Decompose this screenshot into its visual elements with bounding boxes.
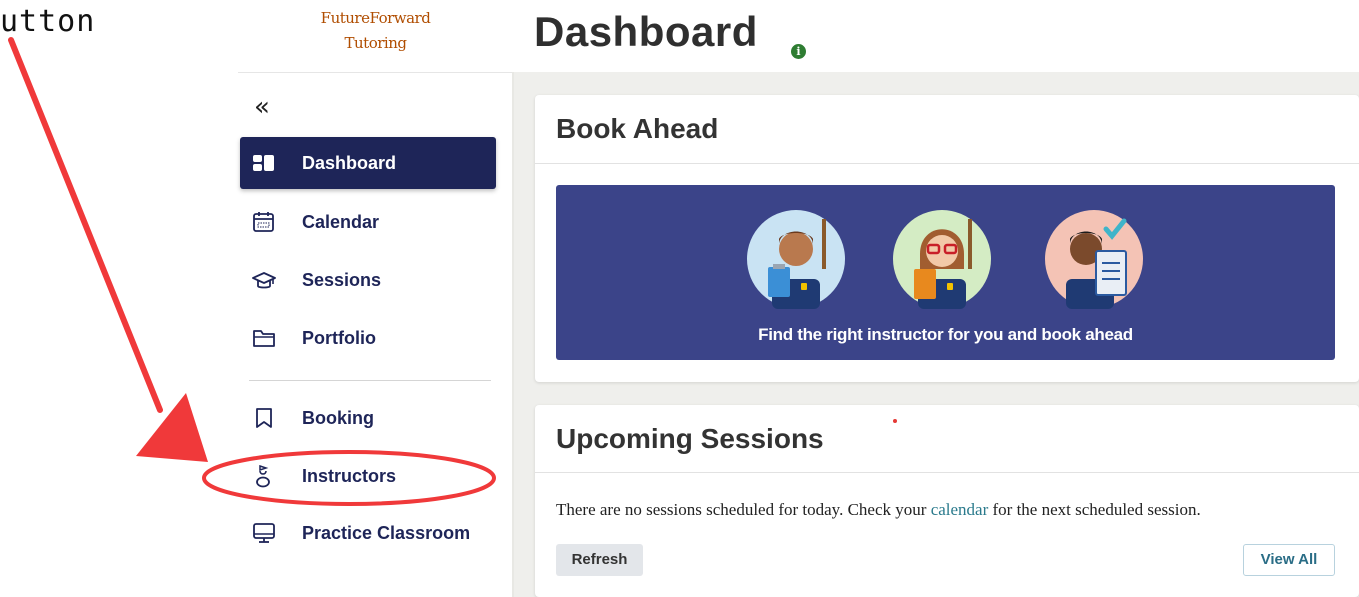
instructor-avatar-3-icon <box>1045 210 1143 309</box>
annotation-arrow-shaft <box>8 37 163 413</box>
sidebar-item-portfolio[interactable]: Portfolio <box>240 312 496 364</box>
instructor-icon <box>256 464 270 488</box>
sidebar-item-label: Dashboard <box>302 153 397 173</box>
sidebar-item-practice-classroom[interactable]: Practice Classroom <box>240 507 496 559</box>
book-ahead-banner[interactable]: Find the right instructor for you and bo… <box>556 185 1335 360</box>
monitor-icon <box>253 523 275 543</box>
sidebar-divider <box>249 380 491 381</box>
stray-red-dot <box>893 419 897 423</box>
dashboard-icon <box>253 155 274 171</box>
message-text-before: There are no sessions scheduled for toda… <box>556 500 931 519</box>
info-icon[interactable]: i <box>791 44 806 59</box>
banner-caption: Find the right instructor for you and bo… <box>758 325 1133 344</box>
annotation-label: utton <box>0 4 96 39</box>
sidebar-item-label: Booking <box>302 408 374 428</box>
sidebar-item-booking[interactable]: Booking <box>240 392 496 444</box>
screenshot-root: utton FutureForward Tutoring « Dashboard… <box>0 0 1359 597</box>
sidebar-item-label: Calendar <box>302 212 380 232</box>
upcoming-sessions-card: Upcoming Sessions There are no sessions … <box>535 405 1359 597</box>
sidebar-border <box>512 72 514 597</box>
graduation-cap-icon <box>252 272 276 289</box>
sidebar-item-dashboard[interactable]: Dashboard <box>240 137 496 189</box>
instructor-avatar-1-icon <box>747 210 845 309</box>
sidebar-item-instructors[interactable]: Instructors <box>240 450 496 502</box>
card-divider <box>535 163 1359 164</box>
collapse-sidebar-icon[interactable]: « <box>254 94 270 120</box>
folder-icon <box>253 330 275 347</box>
calendar-icon <box>253 212 274 232</box>
instructor-avatar-2-icon <box>893 210 991 309</box>
view-all-button[interactable]: View All <box>1243 544 1335 576</box>
sidebar-item-label: Instructors <box>302 466 397 486</box>
bookmark-icon <box>256 408 272 428</box>
message-text-after: for the next scheduled session. <box>988 500 1201 519</box>
sidebar-item-calendar[interactable]: Calendar <box>240 196 496 248</box>
page-title: Dashboard <box>534 8 758 55</box>
sidebar-item-label: Practice Classroom <box>302 523 471 543</box>
book-ahead-title: Book Ahead <box>556 113 719 144</box>
annotation-arrow-head <box>136 393 208 462</box>
brand-line-2: Tutoring <box>344 34 407 52</box>
sidebar-item-label: Portfolio <box>302 328 376 348</box>
no-sessions-message: There are no sessions scheduled for toda… <box>556 500 1201 520</box>
brand-logo[interactable]: FutureForward Tutoring <box>238 6 513 56</box>
refresh-button[interactable]: Refresh <box>556 544 643 576</box>
upcoming-sessions-title: Upcoming Sessions <box>556 423 824 454</box>
book-ahead-card: Book Ahead Find the right instructor for… <box>535 95 1359 382</box>
sidebar-item-label: Sessions <box>302 270 382 290</box>
brand-line-1: FutureForward <box>320 9 431 27</box>
logo-divider <box>238 72 513 73</box>
card-divider <box>535 472 1359 473</box>
sidebar-item-sessions[interactable]: Sessions <box>240 254 496 306</box>
calendar-link[interactable]: calendar <box>931 500 989 519</box>
